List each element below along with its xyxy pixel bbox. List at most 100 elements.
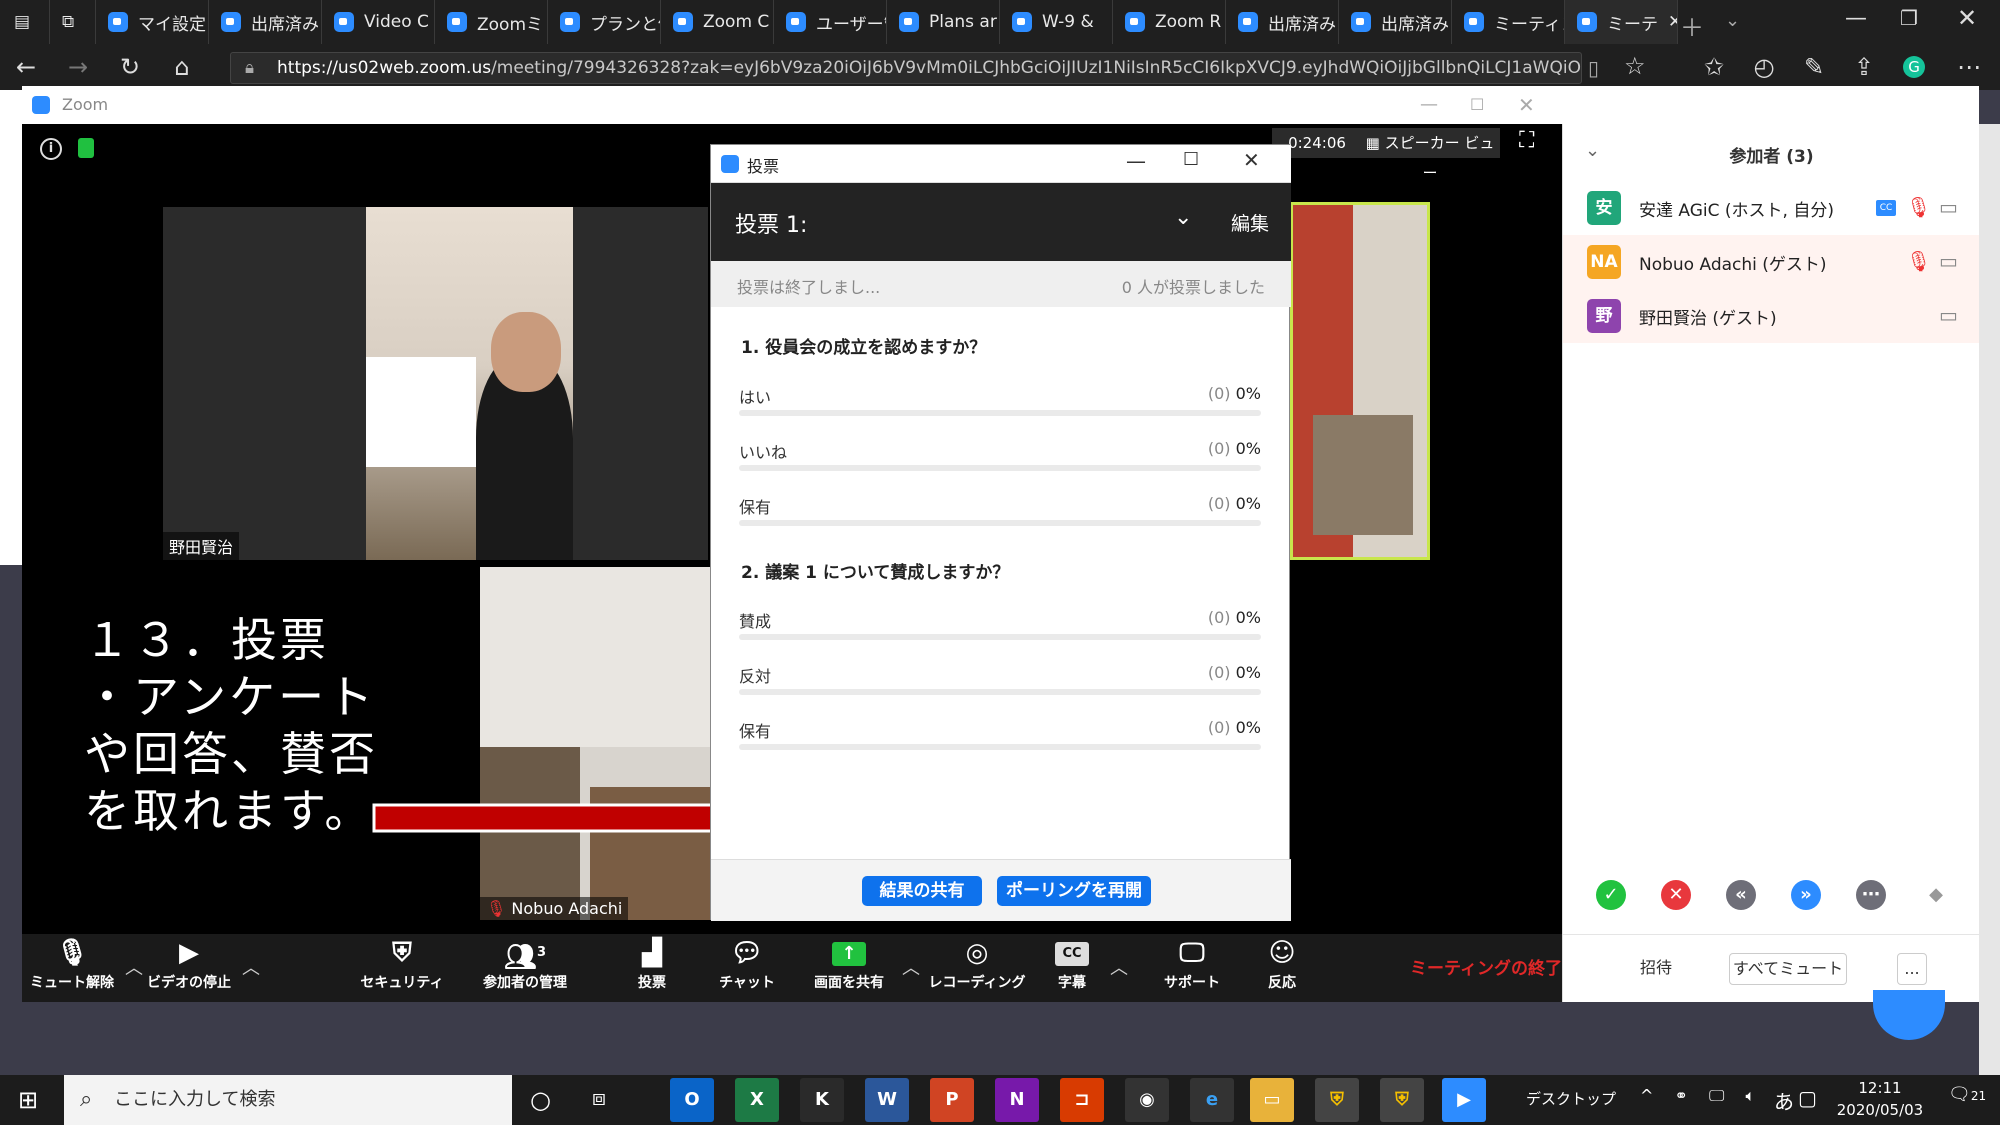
pen-icon[interactable]: ✎ [1790, 44, 1838, 90]
reactions-button[interactable]: ☺ 反応 [1252, 934, 1312, 1002]
powerpoint-icon[interactable]: P [930, 1078, 974, 1122]
new-tab-button[interactable]: ＋ [1680, 8, 1704, 43]
excel-icon[interactable]: X [735, 1078, 779, 1122]
minimize-zoom-button[interactable]: — [1420, 86, 1438, 124]
manage-participants-button[interactable]: 👥︎3 参加者の管理 [470, 934, 580, 1002]
more-reactions-icon[interactable]: ⋯ [1856, 880, 1886, 910]
cortana-icon[interactable]: ○ [530, 1086, 551, 1114]
grammarly-icon[interactable]: G [1890, 44, 1938, 90]
video-tile-adachi[interactable]: 🎙︎ Nobuo Adachi [480, 567, 713, 920]
restart-polling-button[interactable]: ポーリングを再開 [997, 876, 1151, 906]
chevron-down-icon[interactable]: ⌄ [1174, 205, 1192, 230]
zoom-taskbar-icon[interactable]: ▶ [1442, 1078, 1486, 1122]
clear-eraser-icon[interactable]: ◆ [1921, 880, 1951, 910]
security-shield-icon[interactable]: ⛨ [1315, 1078, 1359, 1122]
share-results-button[interactable]: 結果の共有 [862, 876, 982, 906]
captions-button[interactable]: CC 字幕 [1042, 934, 1102, 1002]
browser-tab[interactable]: W-9 & [1000, 0, 1113, 44]
browser-tab[interactable]: 出席済み [209, 0, 322, 44]
browser-tab[interactable]: 出席済み [1226, 0, 1339, 44]
slower-icon[interactable]: « [1726, 880, 1756, 910]
word-icon[interactable]: W [865, 1078, 909, 1122]
close-tab-icon[interactable]: ✕ [1668, 12, 1677, 32]
browser-tab[interactable]: Zoom C [661, 0, 774, 44]
office-icon[interactable]: ⊐ [1060, 1078, 1104, 1122]
captions-options-chevron-icon[interactable]: ︿ [1110, 954, 1128, 980]
mute-all-button[interactable]: すべてミュート [1729, 953, 1847, 985]
end-meeting-button[interactable]: ミーティングの終了 [1410, 954, 1562, 979]
edge-icon[interactable]: e [1190, 1078, 1234, 1122]
participant-row[interactable]: 野 野田賢治 (ゲスト) ▭ [1563, 289, 1980, 343]
minimize-poll-button[interactable]: — [1126, 149, 1146, 173]
system-tray-icons[interactable]: ^ ⚭ 🖵︎ 🔈︎ [1640, 1086, 1763, 1106]
maximize-zoom-button[interactable]: ☐ [1470, 86, 1484, 124]
history-icon[interactable]: ◴ [1740, 44, 1788, 90]
favorites-icon[interactable]: ✩ [1690, 44, 1738, 90]
address-bar[interactable]: 🔒︎ https://us02web.zoom.us/meeting/79943… [230, 52, 1582, 84]
fullscreen-icon[interactable]: ⛶ [1519, 128, 1534, 153]
security-shield-icon[interactable]: ⛨ [1380, 1078, 1424, 1122]
video-camera-icon[interactable]: ▭ [1939, 249, 1958, 273]
muted-mic-icon[interactable]: 🎙︎ [1906, 249, 1931, 273]
security-button[interactable]: ⛨ セキュリティ [357, 934, 447, 1002]
record-button[interactable]: ◎ レコーディング [927, 934, 1027, 1002]
speaker-view-button[interactable]: ▦ スピーカー ビュー [1360, 128, 1500, 182]
tab-list-chevron-icon[interactable]: ⌄ [1725, 10, 1740, 31]
browser-tab[interactable]: ユーザー管 [774, 0, 887, 44]
faster-icon[interactable]: » [1791, 880, 1821, 910]
browser-tab[interactable]: Plans ar [887, 0, 1000, 44]
participant-row[interactable]: NA Nobuo Adachi (ゲスト) 🎙︎ ▭ [1563, 235, 1980, 289]
more-options-icon[interactable]: ⋯ [1945, 44, 1993, 90]
reading-view-icon[interactable]: ▯ [1588, 56, 1599, 80]
video-camera-icon[interactable]: ▭ [1939, 195, 1958, 219]
forward-icon[interactable]: → [54, 44, 102, 90]
browser-tab[interactable]: Video C [322, 0, 435, 44]
browser-tab[interactable]: マイ設定 [96, 0, 209, 44]
ime-indicator[interactable]: あ [1774, 1086, 1794, 1115]
participant-row[interactable]: 安 安達 AGiC (ホスト, 自分) CC 🎙︎ ▭ [1563, 181, 1980, 235]
desktop-toolbar[interactable]: デスクトップ [1526, 1088, 1616, 1109]
restore-browser-button[interactable]: ❐ [1900, 6, 1918, 30]
unmute-button[interactable]: 🎙︎ ミュート解除 [22, 934, 122, 1002]
browser-tab[interactable]: ミーティン [1452, 0, 1565, 44]
action-center-icon[interactable]: 🗨︎21 [1948, 1084, 1986, 1105]
no-cross-icon[interactable]: ✕ [1661, 880, 1691, 910]
onenote-icon[interactable]: N [995, 1078, 1039, 1122]
minimize-browser-button[interactable]: — [1845, 6, 1867, 31]
browser-tab[interactable]: 出席済み [1339, 0, 1452, 44]
home-icon[interactable]: ⌂ [158, 44, 206, 90]
share-page-icon[interactable]: ⇪ [1840, 44, 1888, 90]
encryption-lock-icon[interactable] [78, 138, 94, 158]
chrome-icon[interactable]: ◉ [1125, 1078, 1169, 1122]
chat-button[interactable]: 💬︎ チャット [712, 934, 782, 1002]
video-options-chevron-icon[interactable]: ︿ [242, 954, 260, 980]
refresh-icon[interactable]: ↻ [106, 44, 154, 90]
add-favorite-icon[interactable]: ☆ [1624, 52, 1646, 80]
support-button[interactable]: 🖵︎ サポート [1152, 934, 1232, 1002]
video-tile-noda[interactable]: 野田賢治 [163, 207, 708, 560]
edit-poll-link[interactable]: 編集 [1231, 209, 1269, 236]
taskbar-clock[interactable]: 12:11 2020/05/03 [1820, 1077, 1940, 1121]
ime-mode-icon[interactable]: ▢ [1798, 1086, 1817, 1110]
more-button[interactable]: ... [1897, 953, 1927, 985]
share-screen-button[interactable]: ↑ 画面を共有 [804, 934, 894, 1002]
file-explorer-icon[interactable]: ▭ [1250, 1078, 1294, 1122]
video-tile-active-speaker[interactable] [1290, 202, 1430, 560]
scrollbar[interactable] [1979, 124, 2000, 1075]
browser-tab[interactable]: ミーテ ✕ [1565, 0, 1678, 44]
muted-mic-icon[interactable]: 🎙︎ [1906, 195, 1931, 219]
back-icon[interactable]: ← [2, 44, 50, 90]
maximize-poll-button[interactable]: ☐ [1183, 149, 1199, 170]
taskbar-search[interactable]: ⌕ ここに入力して検索 [64, 1075, 512, 1125]
task-view-icon[interactable]: ⧈ [592, 1086, 606, 1111]
windows-start-icon[interactable]: ⊞ [18, 1086, 38, 1114]
browser-tab[interactable]: Zoomミ [435, 0, 548, 44]
poll-button[interactable]: ▟ 投票 [622, 934, 682, 1002]
app-icon[interactable]: K [800, 1078, 844, 1122]
video-camera-icon[interactable]: ▭ [1939, 303, 1958, 327]
stop-video-button[interactable]: ▶ ビデオの停止 [144, 934, 234, 1002]
audio-options-chevron-icon[interactable]: ︿ [125, 954, 143, 980]
close-poll-button[interactable]: ✕ [1243, 148, 1260, 172]
outlook-icon[interactable]: O [670, 1078, 714, 1122]
yes-checkmark-icon[interactable]: ✓ [1596, 880, 1626, 910]
